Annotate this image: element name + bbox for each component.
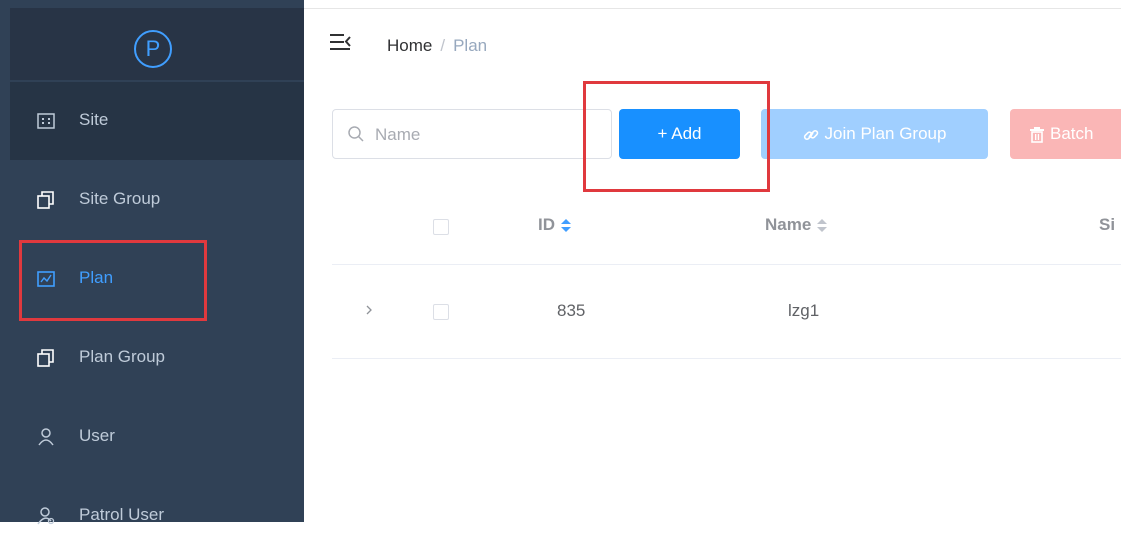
site-icon <box>37 113 55 129</box>
search-field[interactable] <box>332 109 612 159</box>
select-all-checkbox[interactable] <box>433 219 449 235</box>
column-label: ID <box>538 215 555 234</box>
main-content: Home / Plan + Add Join Plan Group Batch ID <box>304 0 1121 522</box>
cell-name: lzg1 <box>788 301 820 320</box>
column-header-id[interactable]: ID <box>538 215 571 235</box>
breadcrumb: Home / Plan <box>387 36 487 56</box>
copy-icon <box>37 349 54 367</box>
breadcrumb-home[interactable]: Home <box>387 36 432 55</box>
sidebar-item-plan[interactable]: Plan <box>10 240 304 318</box>
copy-icon <box>37 191 54 209</box>
table-row[interactable]: 835 lzg1 <box>332 265 1121 359</box>
sidebar-item-label: Plan <box>79 268 114 287</box>
divider <box>304 8 1121 9</box>
sidebar-item-label: User <box>79 426 115 445</box>
search-input[interactable] <box>373 122 597 148</box>
sidebar-item-label: Site <box>79 110 109 129</box>
logo-icon: P <box>134 30 172 68</box>
sidebar: P Site Site Group Plan Plan Group User P… <box>0 0 304 525</box>
column-header-name[interactable]: Name <box>765 215 828 235</box>
join-plan-group-label: Join Plan Group <box>824 124 947 143</box>
patrol-user-icon <box>37 507 55 525</box>
row-checkbox[interactable] <box>433 304 449 320</box>
breadcrumb-separator: / <box>440 36 446 55</box>
join-plan-group-button[interactable]: Join Plan Group <box>761 109 988 159</box>
hamburger-icon[interactable] <box>330 33 352 51</box>
plan-icon <box>37 271 55 287</box>
sidebar-item-patrol-user[interactable]: Patrol User <box>10 477 304 555</box>
search-icon <box>348 126 364 142</box>
add-button[interactable]: + Add <box>619 109 740 159</box>
sidebar-item-plan-group[interactable]: Plan Group <box>10 319 304 397</box>
sidebar-item-user[interactable]: User <box>10 398 304 476</box>
sort-icon[interactable] <box>817 218 828 233</box>
cell-id: 835 <box>557 301 586 320</box>
sidebar-item-label: Patrol User <box>79 505 165 524</box>
batch-delete-button[interactable]: Batch <box>1010 109 1121 159</box>
breadcrumb-current: Plan <box>453 36 488 55</box>
sidebar-item-site[interactable]: Site <box>10 82 304 160</box>
logo-bar: P <box>10 8 304 80</box>
user-icon <box>38 428 54 446</box>
sidebar-item-label: Plan Group <box>79 347 165 366</box>
batch-delete-label: Batch <box>1050 124 1094 143</box>
sidebar-item-site-group[interactable]: Site Group <box>10 161 304 239</box>
trash-icon <box>1030 126 1044 143</box>
column-label: Name <box>765 215 812 234</box>
table-header: ID Name Si <box>332 185 1121 265</box>
column-header-si[interactable]: Si <box>1099 215 1115 235</box>
sidebar-item-label: Site Group <box>79 189 161 208</box>
sort-icon[interactable] <box>561 218 571 233</box>
chevron-right-icon[interactable] <box>362 303 376 317</box>
link-icon <box>803 129 818 140</box>
